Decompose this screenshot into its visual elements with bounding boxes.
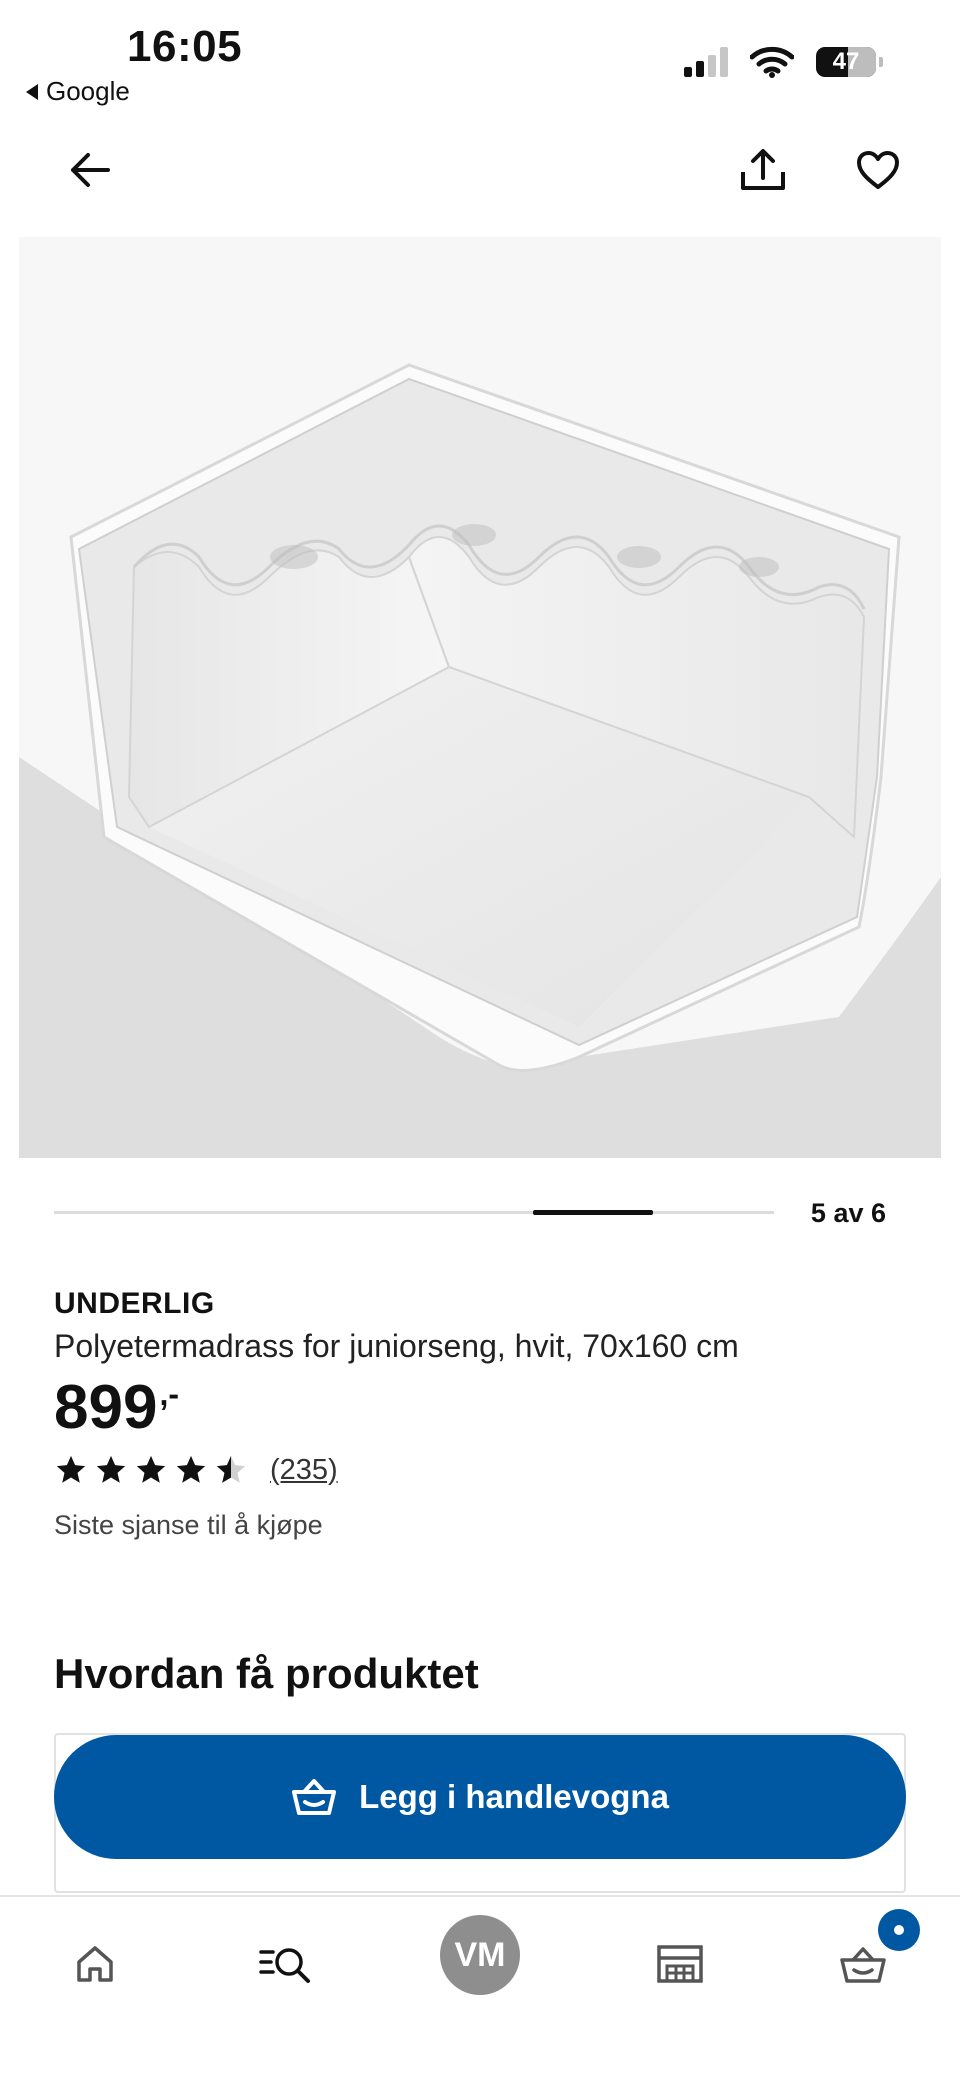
bottom-tab-bar: VM (0, 1895, 960, 2081)
basket-icon (292, 1779, 337, 1815)
back-triangle-icon (26, 83, 38, 100)
tab-search[interactable] (250, 1929, 320, 1999)
star-icon (96, 1455, 126, 1483)
mattress-illustration (19, 237, 941, 1158)
search-icon (259, 1948, 310, 1983)
half-star-icon (216, 1455, 246, 1483)
back-to-app-link[interactable]: Google (26, 76, 130, 107)
product-price: 899 ,- (54, 1372, 179, 1443)
tab-home[interactable] (60, 1929, 130, 1999)
battery-icon: 47 (816, 47, 883, 77)
cart-badge (878, 1909, 920, 1951)
signal-icon (684, 47, 728, 77)
favorite-button[interactable] (848, 140, 908, 200)
product-image[interactable] (19, 237, 941, 1158)
back-app-label: Google (46, 76, 130, 106)
product-description: Polyetermadrass for juniorseng, hvit, 70… (54, 1328, 739, 1364)
wifi-icon (750, 46, 794, 78)
share-icon (741, 149, 785, 190)
battery-level: 47 (832, 48, 860, 75)
cart-icon (840, 1947, 886, 1983)
store-icon (657, 1945, 703, 1983)
cart-badge-dot (894, 1925, 904, 1935)
heart-icon (857, 151, 899, 189)
availability-text: Siste sjanse til å kjøpe (54, 1510, 323, 1540)
price-value: 899 (54, 1373, 158, 1442)
star-icon (176, 1455, 206, 1483)
tab-store[interactable] (645, 1929, 715, 1999)
star-icon (56, 1455, 86, 1483)
gallery-progress-indicator (533, 1210, 653, 1215)
home-icon (77, 1946, 113, 1982)
product-rating[interactable]: (235) (54, 1453, 338, 1487)
gallery-progress (54, 1210, 774, 1215)
back-button[interactable] (60, 140, 120, 200)
add-to-cart-label: Legg i handlevogna (359, 1778, 669, 1815)
delivery-section-title: Hvordan få produktet (54, 1650, 479, 1697)
share-button[interactable] (733, 140, 793, 200)
profile-avatar[interactable]: VM (440, 1915, 520, 1995)
gallery-counter: 5 av 6 (810, 1198, 886, 1228)
product-brand: UNDERLIG (54, 1287, 215, 1320)
status-time: 16:05 (127, 22, 243, 71)
arrow-left-icon (71, 153, 110, 187)
price-suffix: ,- (159, 1376, 179, 1412)
add-to-cart-button[interactable]: Legg i handlevogna (54, 1735, 906, 1859)
star-icon (136, 1455, 166, 1483)
review-count-link[interactable]: (235) (270, 1454, 338, 1487)
status-indicators: 47 (684, 46, 883, 78)
